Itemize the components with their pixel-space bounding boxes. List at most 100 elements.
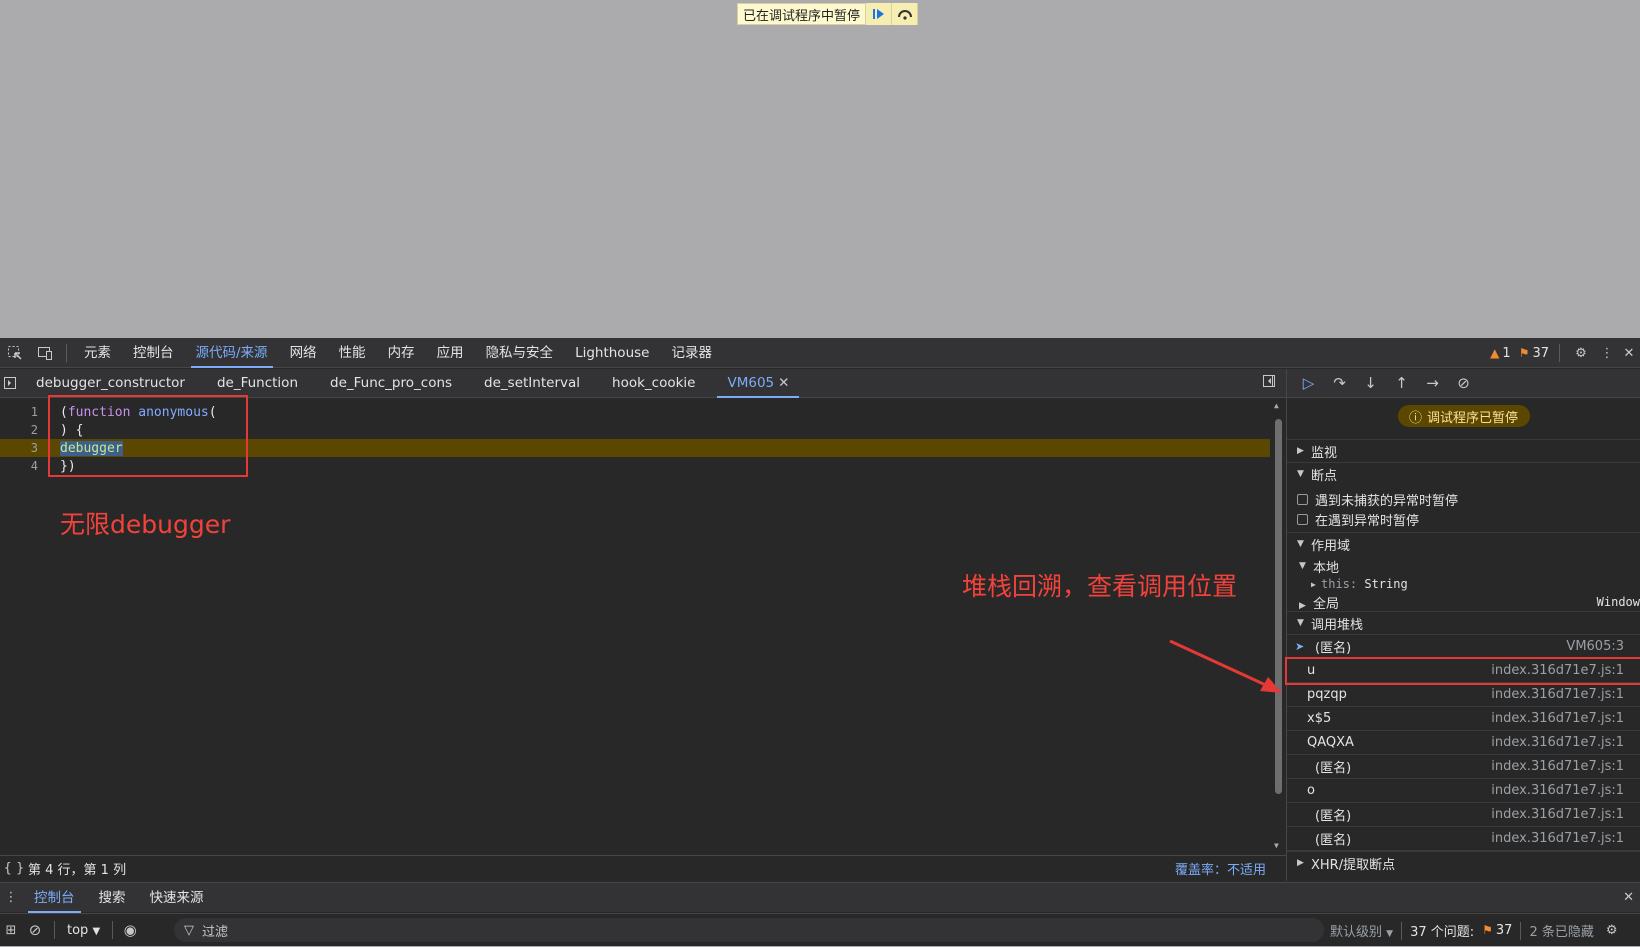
global-scope[interactable]: ▶ 全局 Window bbox=[1287, 593, 1640, 612]
inspect-element-icon[interactable] bbox=[0, 338, 30, 368]
warnings-badge[interactable]: ▲ 1 bbox=[1490, 346, 1511, 361]
drawer-tab-item-1[interactable]: 搜索 bbox=[87, 883, 138, 913]
pretty-print-icon[interactable]: { } bbox=[0, 861, 28, 876]
expand-triangle-icon: ▶ bbox=[1299, 600, 1306, 611]
code-editor[interactable]: 1 (function anonymous(2) {3 debugger 4}) ▲ … bbox=[0, 395, 1286, 854]
file-tab-de-function-1[interactable]: de_Function bbox=[201, 369, 314, 398]
panel-tab-item-0[interactable]: 元素 bbox=[73, 338, 122, 368]
file-tab-label: hook_cookie bbox=[612, 374, 696, 391]
drawer-menu-icon[interactable]: ⋮ bbox=[0, 890, 22, 905]
frame-location[interactable]: index.316d71e7.js:1 bbox=[1491, 807, 1624, 822]
file-tab-debugger-constructor-0[interactable]: debugger_constructor bbox=[20, 369, 201, 398]
call-frame[interactable]: ➤ (匿名) VM605:3 bbox=[1287, 635, 1640, 659]
frame-name: (匿名) bbox=[1315, 641, 1352, 656]
file-tab-hook-cookie-4[interactable]: hook_cookie bbox=[596, 369, 711, 398]
scroll-down-icon[interactable]: ▼ bbox=[1274, 841, 1279, 850]
step-icon[interactable]: → bbox=[1419, 374, 1446, 392]
call-frame[interactable]: QAQXA index.316d71e7.js:1 bbox=[1287, 731, 1640, 755]
line-number[interactable]: 2 bbox=[0, 423, 38, 437]
console-filter-input[interactable]: ▽ 过滤 bbox=[174, 918, 1324, 942]
step-out-icon[interactable]: ↑ bbox=[1388, 374, 1415, 392]
frame-location[interactable]: index.316d71e7.js:1 bbox=[1491, 711, 1624, 726]
call-frame[interactable]: (匿名) index.316d71e7.js:1 bbox=[1287, 827, 1640, 851]
pause-caught-checkbox[interactable]: 在遇到异常时暂停 bbox=[1287, 509, 1640, 529]
local-scope[interactable]: ▼ 本地 bbox=[1287, 557, 1640, 576]
file-tab-de-func-pro-cons-2[interactable]: de_Func_pro_cons bbox=[314, 369, 468, 398]
step-into-icon[interactable]: ↓ bbox=[1357, 374, 1384, 392]
console-sidebar-icon[interactable]: ⊞ bbox=[0, 923, 22, 938]
line-number[interactable]: 1 bbox=[0, 405, 38, 419]
dropdown-arrow-icon: ▼ bbox=[1386, 929, 1394, 939]
line-number[interactable]: 3 bbox=[0, 441, 38, 455]
line-number[interactable]: 4 bbox=[0, 459, 38, 473]
callstack-section[interactable]: ▼ 调用堆栈 bbox=[1287, 611, 1640, 634]
panel-tab-item-7[interactable]: 隐私与安全 bbox=[475, 338, 565, 368]
frame-location[interactable]: index.316d71e7.js:1 bbox=[1491, 783, 1624, 798]
frame-location[interactable]: index.316d71e7.js:1 bbox=[1491, 735, 1624, 750]
xhr-label: XHR/提取断点 bbox=[1311, 857, 1396, 873]
call-frame[interactable]: pqzqp index.316d71e7.js:1 bbox=[1287, 683, 1640, 707]
panel-tab-item-4[interactable]: 性能 bbox=[328, 338, 377, 368]
annotation-box-code bbox=[48, 395, 248, 477]
editor-scrollbar[interactable]: ▲ ▼ bbox=[1272, 399, 1284, 854]
this-key: this bbox=[1321, 577, 1350, 591]
issues-button[interactable]: ⚑ 37 bbox=[1482, 923, 1512, 938]
deactivate-breakpoints-icon[interactable]: ⊘ bbox=[1450, 374, 1477, 392]
toolbar-divider bbox=[1559, 344, 1560, 362]
frame-location[interactable]: index.316d71e7.js:1 bbox=[1491, 687, 1624, 702]
resume-icon[interactable] bbox=[865, 3, 892, 25]
console-settings-gear-icon[interactable]: ⚙ bbox=[1606, 923, 1618, 938]
navigator-toggle-icon[interactable] bbox=[0, 376, 20, 390]
more-options-icon[interactable]: ⋮ bbox=[1596, 338, 1618, 368]
frame-name: (匿名) bbox=[1315, 809, 1352, 824]
panel-tab-item-6[interactable]: 应用 bbox=[426, 338, 475, 368]
panel-tab-item-5[interactable]: 内存 bbox=[377, 338, 426, 368]
settings-gear-icon[interactable]: ⚙ bbox=[1566, 338, 1596, 368]
panel-tab-item-9[interactable]: 记录器 bbox=[660, 338, 723, 368]
call-frame[interactable]: u index.316d71e7.js:1 bbox=[1285, 657, 1640, 685]
close-devtools-icon[interactable]: ✕ bbox=[1618, 338, 1640, 368]
issue-flag-icon: ⚑ bbox=[1482, 923, 1493, 937]
close-tab-icon[interactable]: ✕ bbox=[778, 375, 789, 391]
pause-caught-label: 在遇到异常时暂停 bbox=[1315, 513, 1420, 529]
frame-location[interactable]: index.316d71e7.js:1 bbox=[1491, 759, 1624, 774]
context-selector[interactable]: top ▼ bbox=[61, 923, 106, 938]
file-tab-vm605-5[interactable]: VM605 ✕ bbox=[711, 369, 805, 398]
file-tab-de-setinterval-3[interactable]: de_setInterval bbox=[468, 369, 596, 398]
pause-uncaught-checkbox[interactable]: 遇到未捕获的异常时暂停 bbox=[1287, 489, 1640, 509]
log-level-selector[interactable]: 默认级别 ▼ bbox=[1330, 921, 1393, 940]
clear-console-icon[interactable]: ⊘ bbox=[22, 921, 48, 939]
frame-location[interactable]: index.316d71e7.js:1 bbox=[1491, 663, 1624, 678]
this-variable[interactable]: ▶ this: String bbox=[1287, 575, 1640, 593]
panel-tab-item-1[interactable]: 控制台 bbox=[122, 338, 185, 368]
issues-count: 37 bbox=[1532, 345, 1549, 361]
drawer-tab-item-2[interactable]: 快速来源 bbox=[138, 883, 216, 913]
step-over-icon[interactable] bbox=[891, 3, 918, 25]
frame-location[interactable]: VM605:3 bbox=[1566, 639, 1624, 654]
resume-icon[interactable]: ▷ bbox=[1295, 374, 1322, 392]
panel-tab-item-2[interactable]: 源代码/来源 bbox=[185, 338, 279, 368]
close-drawer-icon[interactable]: ✕ bbox=[1623, 890, 1634, 905]
xhr-breakpoints-section[interactable]: ▶ XHR/提取断点 bbox=[1287, 851, 1640, 874]
scope-section[interactable]: ▼ 作用域 bbox=[1287, 532, 1640, 555]
call-frame[interactable]: o index.316d71e7.js:1 bbox=[1287, 779, 1640, 803]
call-frame[interactable]: x$5 index.316d71e7.js:1 bbox=[1287, 707, 1640, 731]
watch-section[interactable]: ▶ 监视 bbox=[1287, 439, 1640, 462]
live-expression-eye-icon[interactable]: ◉ bbox=[119, 921, 141, 939]
scope-label: 作用域 bbox=[1311, 538, 1351, 554]
panel-tab-item-3[interactable]: 网络 bbox=[279, 338, 328, 368]
breakpoints-section[interactable]: ▼ 断点 bbox=[1287, 462, 1640, 485]
scrollbar-thumb[interactable] bbox=[1275, 419, 1282, 794]
frame-location[interactable]: index.316d71e7.js:1 bbox=[1491, 831, 1624, 846]
scroll-up-icon[interactable]: ▲ bbox=[1274, 401, 1279, 410]
toggle-debugger-sidebar-icon[interactable] bbox=[1262, 374, 1276, 392]
drawer-tab-item-0[interactable]: 控制台 bbox=[22, 883, 87, 913]
device-toolbar-icon[interactable] bbox=[30, 338, 60, 368]
call-frame[interactable]: (匿名) index.316d71e7.js:1 bbox=[1287, 755, 1640, 779]
call-frame[interactable]: (匿名) index.316d71e7.js:1 bbox=[1287, 803, 1640, 827]
panel-tab-lighthouse-8[interactable]: Lighthouse bbox=[564, 338, 660, 368]
coverage-status[interactable]: 覆盖率：不适用 bbox=[1175, 859, 1266, 878]
expand-triangle-icon: ▶ bbox=[1297, 446, 1304, 456]
step-over-icon[interactable]: ↷ bbox=[1326, 374, 1353, 392]
issues-badge[interactable]: ⚑ 37 bbox=[1519, 346, 1549, 361]
